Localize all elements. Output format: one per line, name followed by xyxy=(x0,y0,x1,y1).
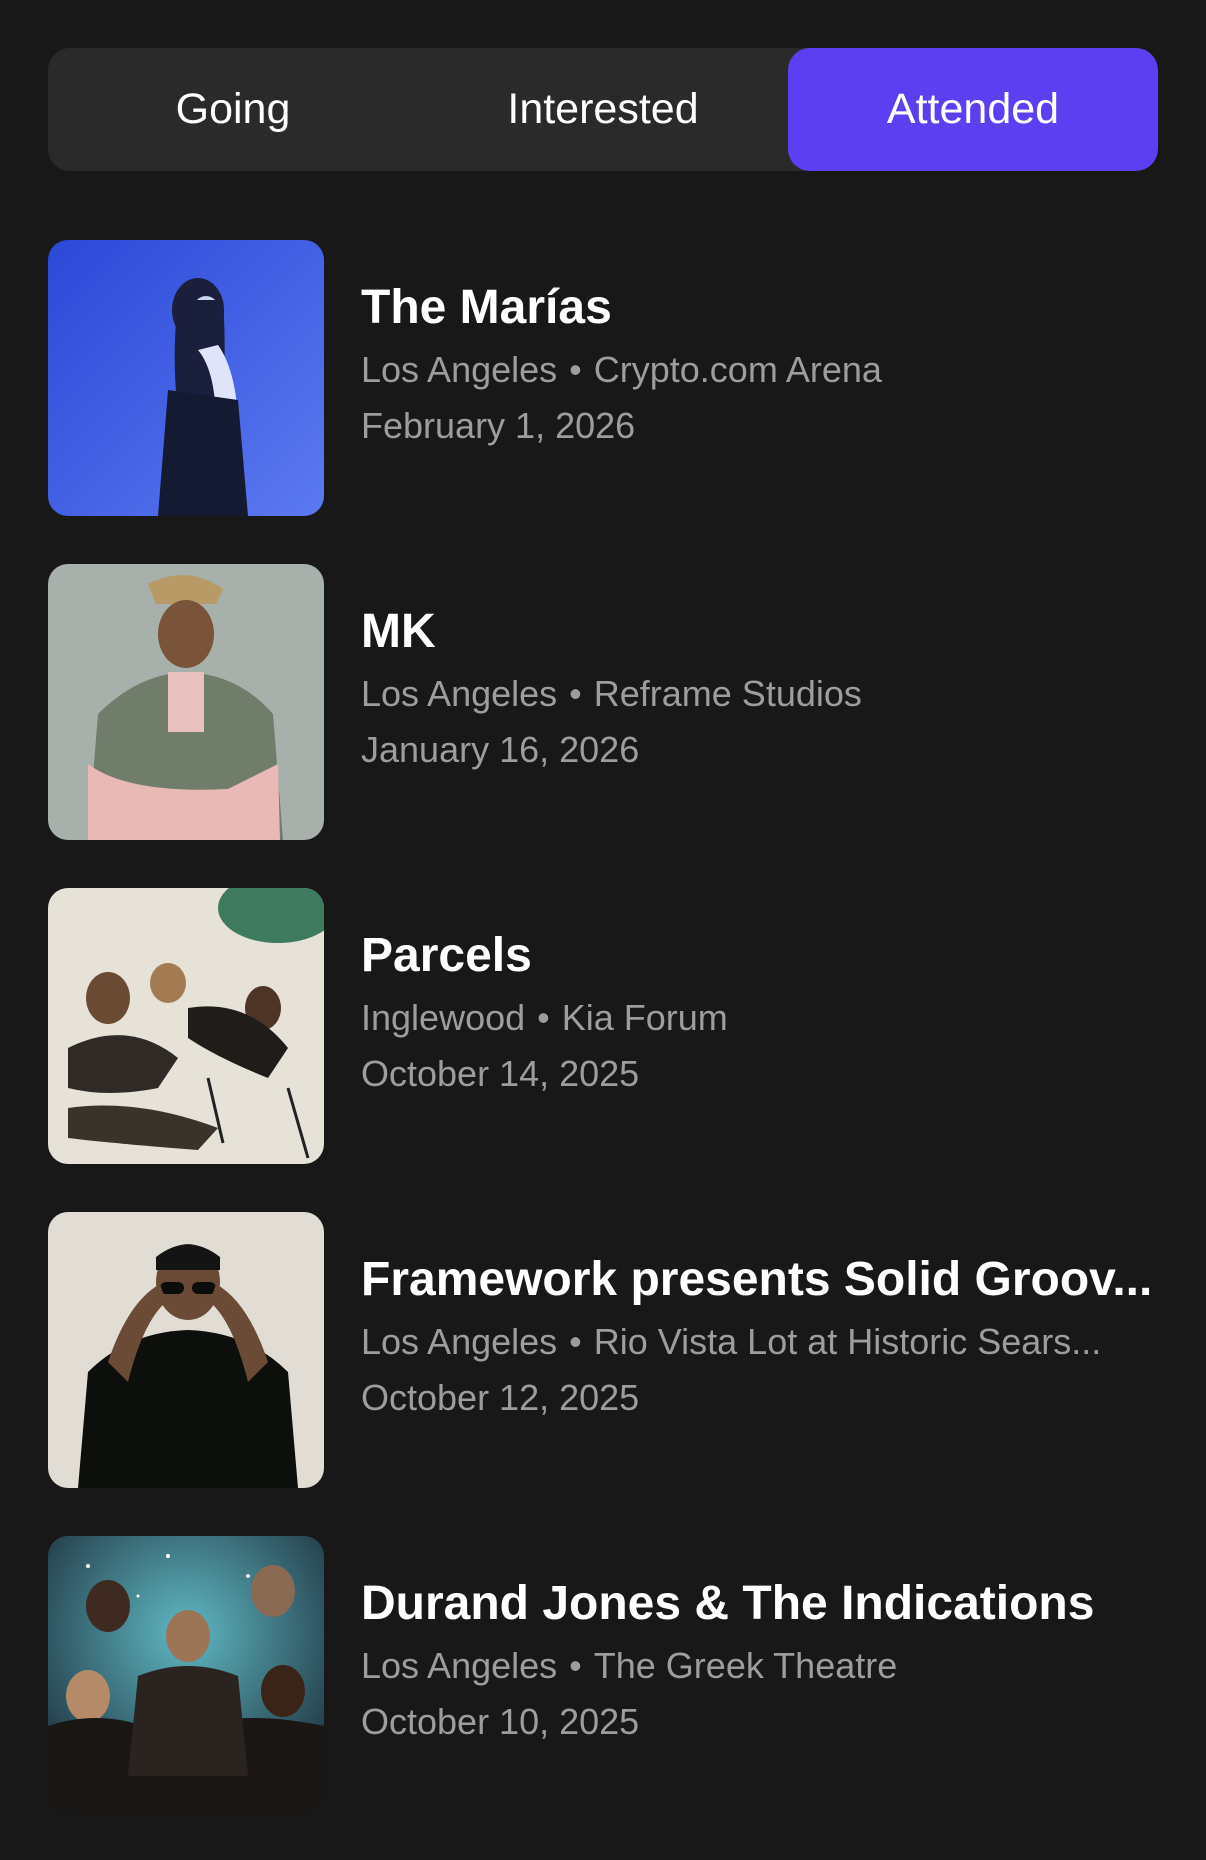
separator-dot: • xyxy=(569,673,582,714)
event-city: Inglewood xyxy=(361,997,526,1038)
tab-attended[interactable]: Attended xyxy=(788,48,1158,171)
event-location: Inglewood • Kia Forum xyxy=(361,996,1161,1040)
event-item[interactable]: Framework presents Solid Groov... Los An… xyxy=(48,1212,1158,1488)
event-info: Durand Jones & The Indications Los Angel… xyxy=(361,1576,1161,1744)
event-venue: Rio Vista Lot at Historic Sears... xyxy=(593,1321,1102,1362)
event-info: The Marías Los Angeles • Crypto.com Arena … xyxy=(361,280,1161,448)
event-image xyxy=(48,240,324,516)
event-city: Los Angeles xyxy=(361,1645,558,1686)
segmented-tabs: Going Interested Attended xyxy=(48,48,1158,171)
separator-dot: • xyxy=(537,997,550,1038)
event-item[interactable]: Durand Jones & The Indications Los Angel… xyxy=(48,1536,1158,1812)
separator-dot: • xyxy=(569,1645,582,1686)
event-image xyxy=(48,1536,324,1812)
event-date: January 16, 2026 xyxy=(361,729,640,770)
event-list: The Marías Los Angeles • Crypto.com Arena … xyxy=(48,240,1158,1860)
event-info: MK Los Angeles • Reframe Studios January 1… xyxy=(361,604,1161,772)
event-title: The Marías xyxy=(361,281,612,334)
tab-going[interactable]: Going xyxy=(48,48,418,171)
event-date: February 1, 2026 xyxy=(361,405,636,446)
tab-interested[interactable]: Interested xyxy=(418,48,788,171)
event-venue: The Greek Theatre xyxy=(593,1645,898,1686)
event-location: Los Angeles • The Greek Theatre xyxy=(361,1644,1161,1688)
event-location: Los Angeles • Rio Vista Lot at Historic Se… xyxy=(361,1320,1161,1364)
event-item[interactable]: The Marías Los Angeles • Crypto.com Arena … xyxy=(48,240,1158,516)
event-item[interactable]: MK Los Angeles • Reframe Studios January 1… xyxy=(48,564,1158,840)
event-date: October 14, 2025 xyxy=(361,1053,640,1094)
separator-dot: • xyxy=(569,349,582,390)
event-image xyxy=(48,564,324,840)
event-venue: Crypto.com Arena xyxy=(593,349,882,390)
event-item[interactable]: Parcels Inglewood • Kia Forum October 14, … xyxy=(48,888,1158,1164)
event-location: Los Angeles • Crypto.com Arena xyxy=(361,348,1161,392)
event-venue: Reframe Studios xyxy=(593,673,862,714)
event-title: MK xyxy=(361,605,436,658)
event-image xyxy=(48,1212,324,1488)
event-city: Los Angeles xyxy=(361,1321,558,1362)
event-title: Durand Jones & The Indications xyxy=(361,1577,1095,1630)
event-date: October 10, 2025 xyxy=(361,1701,640,1742)
event-info: Framework presents Solid Groov... Los An… xyxy=(361,1252,1161,1420)
event-title: Framework presents Solid Groov... xyxy=(361,1253,1153,1306)
separator-dot: • xyxy=(569,1321,582,1362)
event-venue: Kia Forum xyxy=(561,997,728,1038)
event-location: Los Angeles • Reframe Studios xyxy=(361,672,1161,716)
event-city: Los Angeles xyxy=(361,349,558,390)
event-info: Parcels Inglewood • Kia Forum October 14, … xyxy=(361,928,1161,1096)
event-city: Los Angeles xyxy=(361,673,558,714)
event-date: October 12, 2025 xyxy=(361,1377,640,1418)
event-image xyxy=(48,888,324,1164)
event-title: Parcels xyxy=(361,929,532,982)
